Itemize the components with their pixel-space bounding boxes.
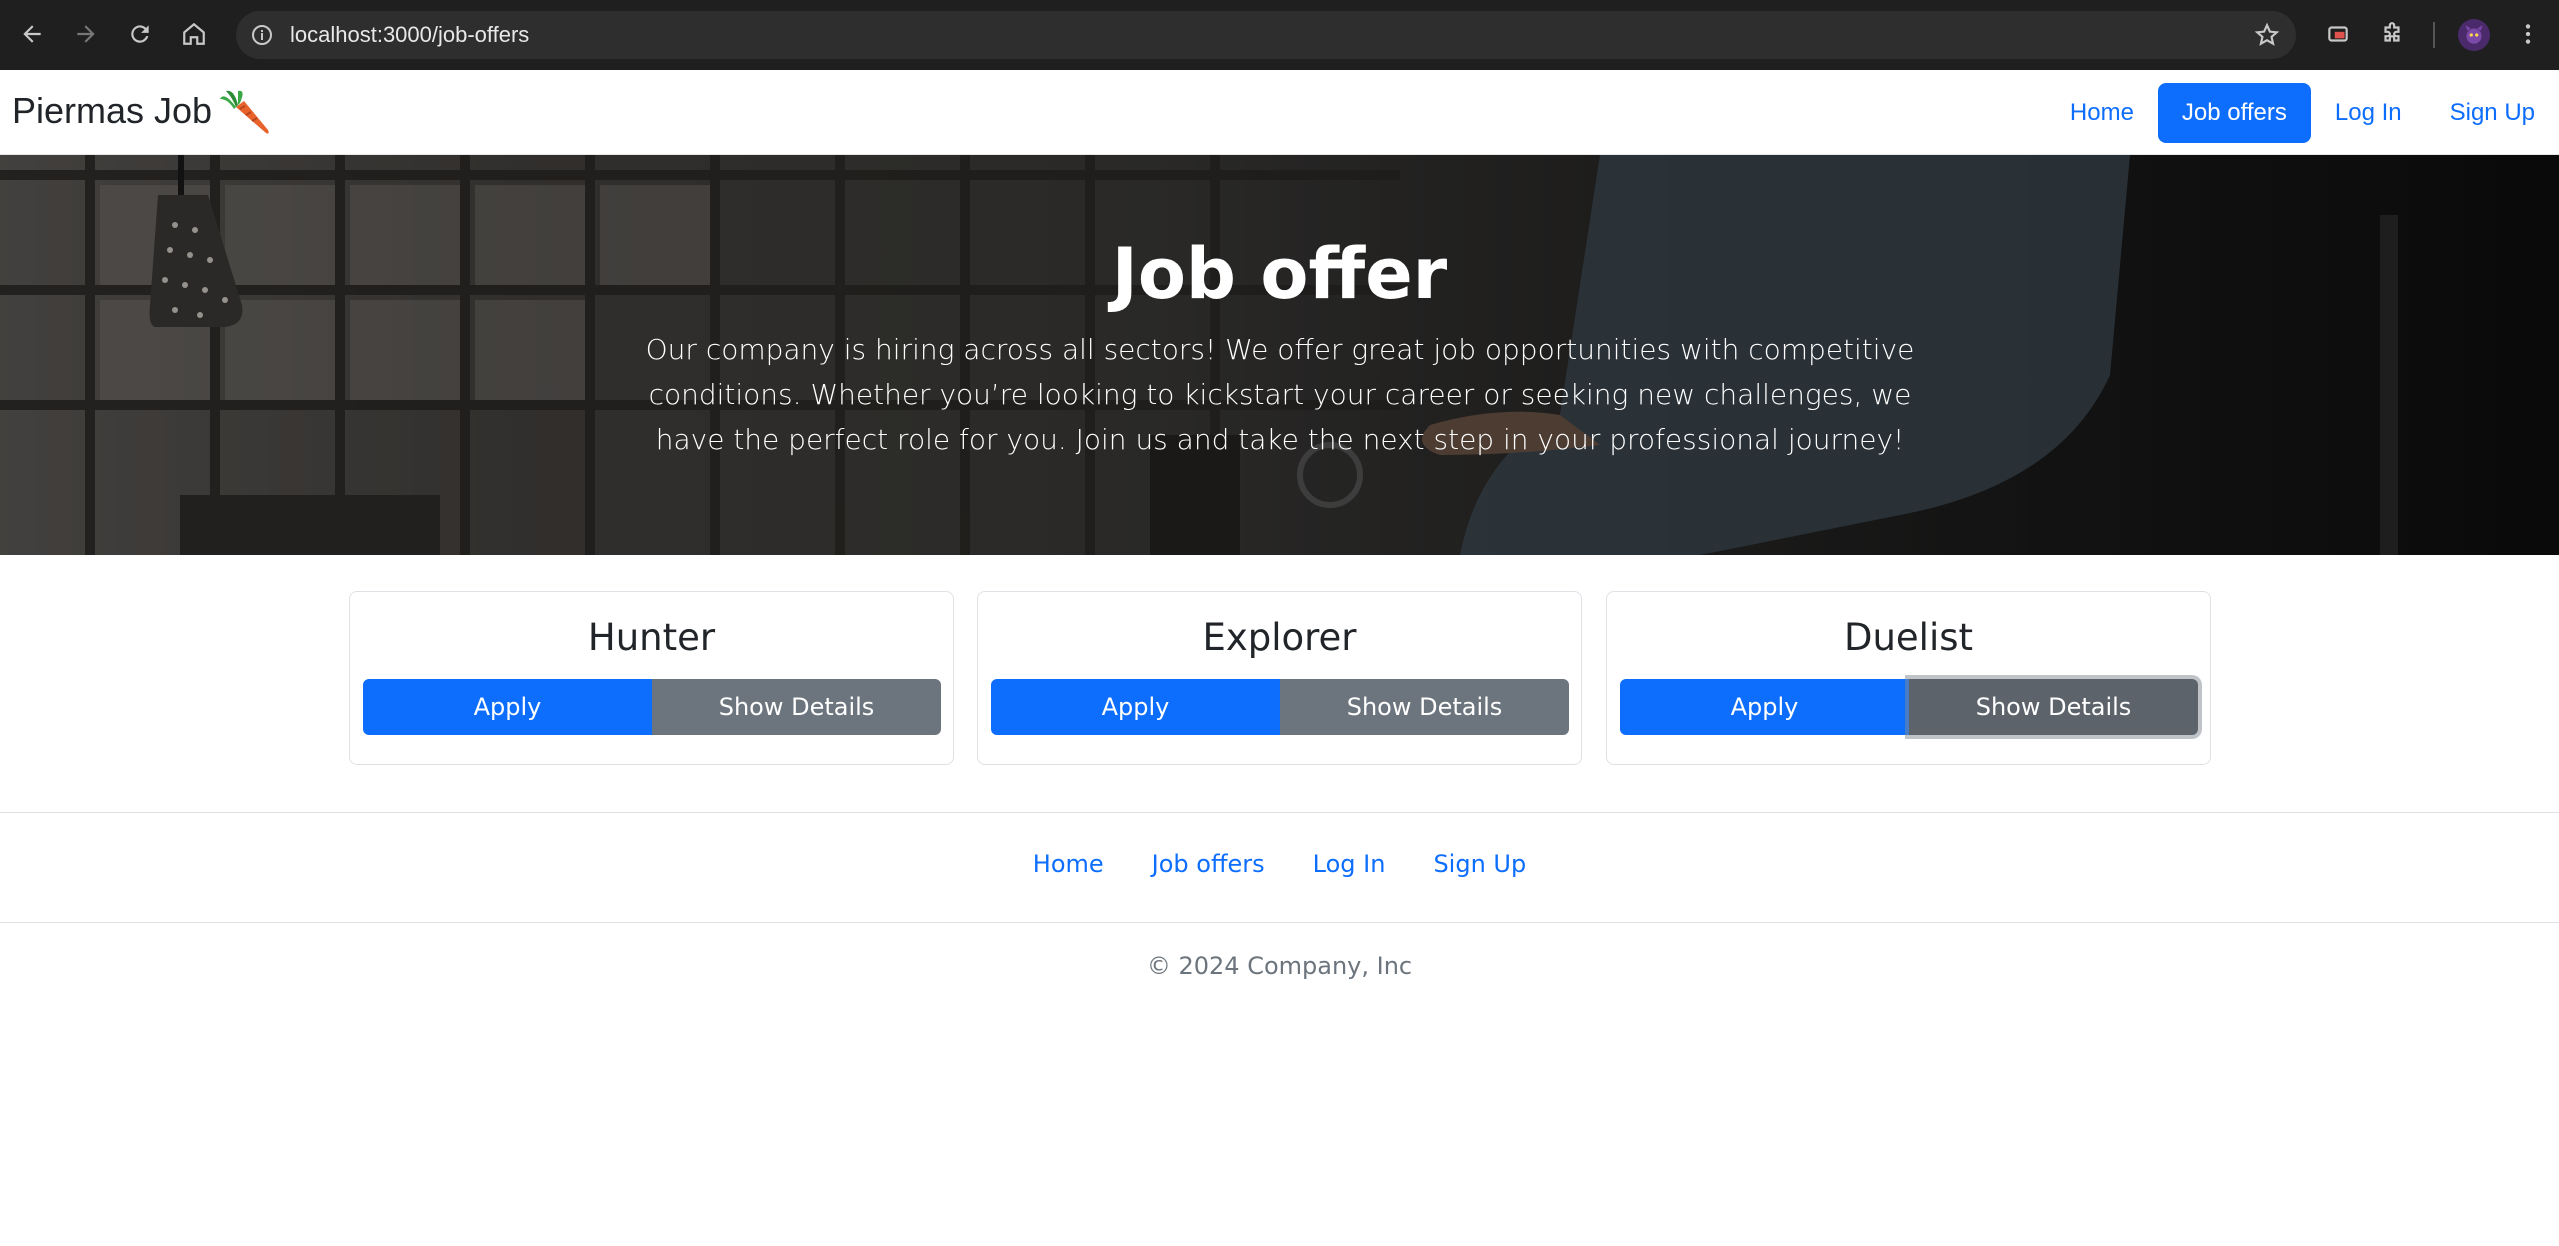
home-icon[interactable]: [174, 14, 214, 54]
hero-title: Job offer: [1111, 233, 1448, 315]
site-navbar: Piermas Job Home Job offers Log In Sign …: [0, 70, 2559, 155]
nav-home[interactable]: Home: [2046, 83, 2158, 143]
footer-link-sign-up[interactable]: Sign Up: [1409, 850, 1550, 878]
main-nav: Home Job offers Log In Sign Up: [2046, 83, 2559, 143]
nav-log-in[interactable]: Log In: [2311, 83, 2426, 143]
apply-button[interactable]: Apply: [363, 679, 652, 735]
job-card-hunter: Hunter Apply Show Details: [349, 591, 954, 765]
reload-icon[interactable]: [120, 14, 160, 54]
browser-toolbar: localhost:3000/job-offers: [0, 0, 2559, 70]
star-icon[interactable]: [2254, 22, 2280, 48]
footer-link-log-in[interactable]: Log In: [1289, 850, 1410, 878]
footer-link-home[interactable]: Home: [1009, 850, 1128, 878]
nav-job-offers[interactable]: Job offers: [2157, 83, 2311, 143]
cast-icon[interactable]: [2318, 14, 2358, 54]
show-details-button[interactable]: Show Details: [1280, 679, 1569, 735]
footer-divider: [0, 812, 2559, 813]
copyright-text: © 2024 Company, Inc: [1146, 952, 1413, 980]
footer-link-job-offers[interactable]: Job offers: [1128, 850, 1289, 878]
show-details-button[interactable]: Show Details: [1909, 679, 2198, 735]
url-text[interactable]: localhost:3000/job-offers: [290, 22, 529, 48]
job-title: Hunter: [587, 616, 716, 659]
forward-icon[interactable]: [66, 14, 106, 54]
job-card-duelist: Duelist Apply Show Details: [1606, 591, 2211, 765]
job-title: Explorer: [1202, 616, 1357, 659]
nav-sign-up[interactable]: Sign Up: [2426, 83, 2559, 143]
brand-title[interactable]: Piermas Job: [12, 90, 212, 132]
hero-banner: Job offer Our company is hiring across a…: [0, 155, 2559, 555]
carrot-icon: [220, 90, 269, 134]
extensions-icon[interactable]: [2372, 14, 2412, 54]
show-details-button[interactable]: Show Details: [652, 679, 941, 735]
apply-button[interactable]: Apply: [991, 679, 1280, 735]
apply-button[interactable]: Apply: [1620, 679, 1909, 735]
profile-avatar[interactable]: [2458, 19, 2490, 51]
info-icon[interactable]: [250, 23, 274, 47]
job-card-explorer: Explorer Apply Show Details: [977, 591, 1582, 765]
job-offer-list: Hunter Apply Show Details Explorer Apply…: [349, 591, 2211, 765]
footer-nav: Home Job offers Log In Sign Up: [0, 850, 2559, 878]
back-icon[interactable]: [12, 14, 52, 54]
job-title: Duelist: [1843, 616, 1974, 659]
footer-divider: [0, 922, 2559, 923]
toolbar-separator: [2433, 22, 2435, 48]
address-bar[interactable]: localhost:3000/job-offers: [236, 11, 2296, 59]
menu-icon[interactable]: [2508, 14, 2548, 54]
hero-description: Our company is hiring across all sectors…: [645, 333, 1915, 456]
